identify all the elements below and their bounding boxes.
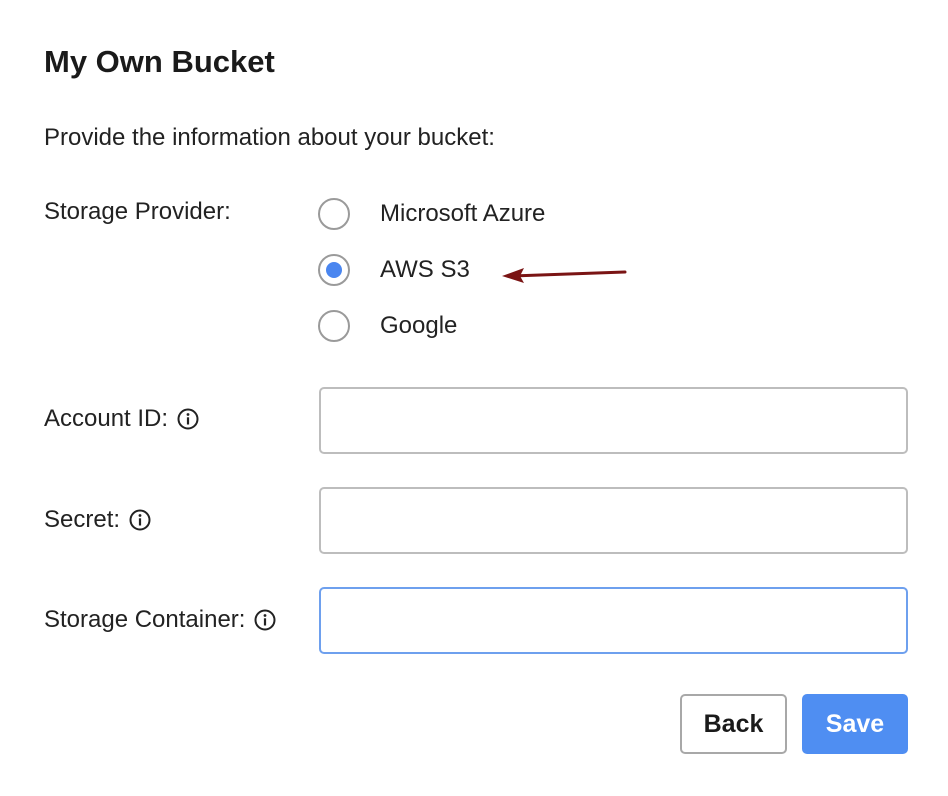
storage-container-label: Storage Container:	[44, 606, 276, 634]
dialog-title: My Own Bucket	[44, 44, 275, 79]
dialog-intro: Provide the information about your bucke…	[44, 124, 495, 151]
radio-label-aws-s3[interactable]: AWS S3	[380, 256, 470, 284]
radio-option-google[interactable]: Google	[318, 307, 457, 345]
info-icon[interactable]	[177, 408, 199, 430]
radio-option-microsoft-azure[interactable]: Microsoft Azure	[318, 195, 545, 233]
storage-provider-label: Storage Provider:	[44, 198, 231, 226]
radio-microsoft-azure[interactable]	[318, 198, 350, 230]
storage-container-label-text: Storage Container:	[44, 606, 246, 633]
account-id-label: Account ID:	[44, 405, 199, 433]
secret-label: Secret:	[44, 506, 151, 534]
radio-google[interactable]	[318, 310, 350, 342]
storage-container-input[interactable]	[319, 587, 908, 654]
info-icon[interactable]	[129, 509, 151, 531]
radio-option-aws-s3[interactable]: AWS S3	[318, 251, 470, 289]
account-id-label-text: Account ID:	[44, 405, 169, 432]
arrow-left-annotation-icon	[502, 268, 627, 283]
info-icon[interactable]	[254, 609, 276, 631]
radio-label-microsoft-azure[interactable]: Microsoft Azure	[380, 200, 545, 228]
back-button[interactable]: Back	[680, 694, 787, 754]
radio-selected-dot	[326, 262, 342, 278]
storage-provider-label-text: Storage Provider:	[44, 198, 231, 225]
save-button[interactable]: Save	[802, 694, 908, 754]
account-id-input[interactable]	[319, 387, 908, 454]
secret-input[interactable]	[319, 487, 908, 554]
secret-label-text: Secret:	[44, 506, 121, 533]
radio-aws-s3[interactable]	[318, 254, 350, 286]
radio-label-google[interactable]: Google	[380, 312, 457, 340]
